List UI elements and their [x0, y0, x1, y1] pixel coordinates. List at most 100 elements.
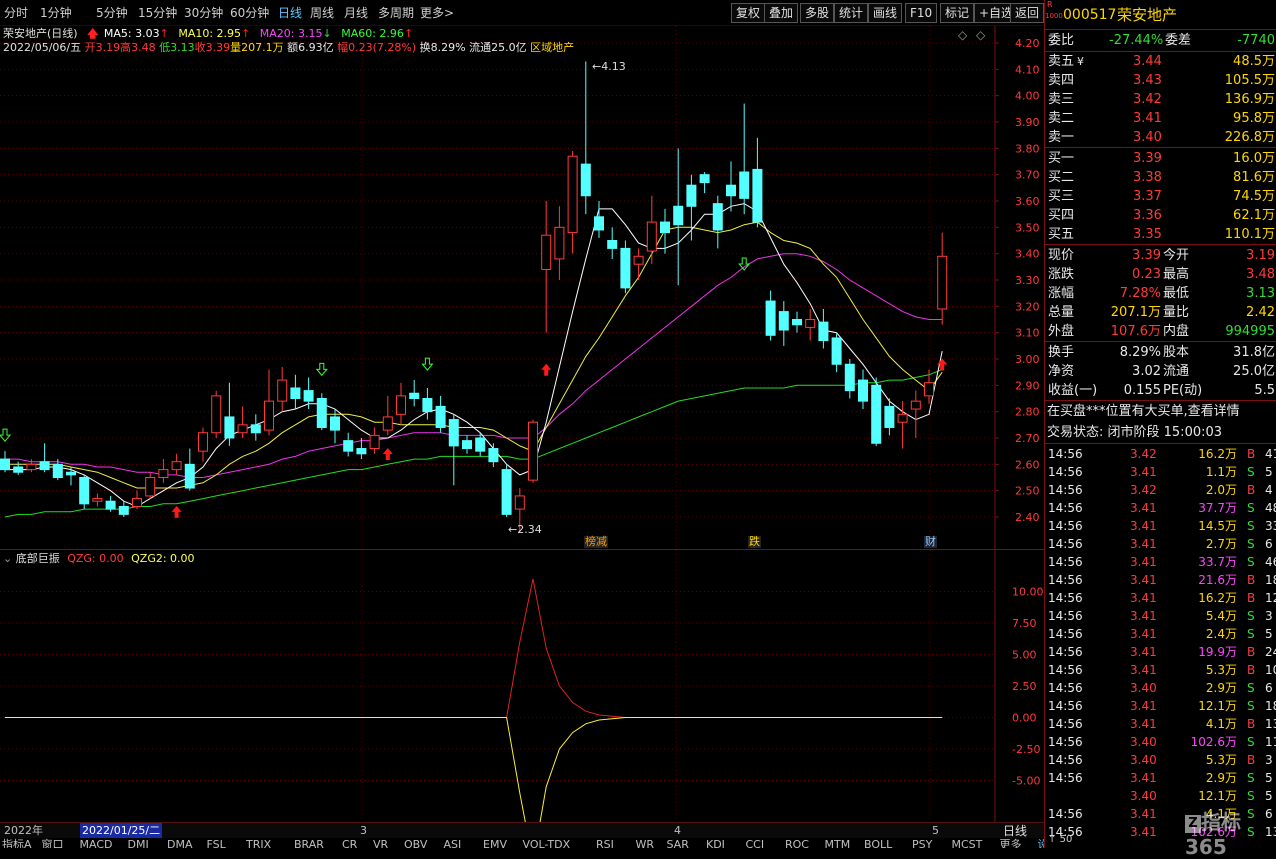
indicator-tab[interactable]: BRAR — [294, 838, 324, 848]
tick-volume: 2.0万 — [1205, 483, 1237, 497]
indicator-tab[interactable]: CCI — [746, 838, 765, 848]
divider — [1045, 341, 1276, 342]
period-5min[interactable]: 5分钟 — [96, 4, 128, 22]
period-15min[interactable]: 15分钟 — [138, 4, 177, 22]
tick-price: 3.40 — [1130, 753, 1157, 767]
stats-button[interactable]: 统计 — [834, 3, 869, 23]
sell-level[interactable]: 卖一 3.40 226.8万 — [1045, 128, 1276, 147]
event-badge-1[interactable]: 榜减 — [584, 536, 608, 548]
candle-up — [237, 424, 248, 434]
period-fenshi[interactable]: 分时 — [4, 4, 28, 22]
sell-level[interactable]: 卖二 3.41 95.8万 — [1045, 109, 1276, 128]
buy-level[interactable]: 买一 3.39 16.0万 — [1045, 149, 1276, 168]
candle-down — [660, 221, 670, 234]
indicator-tab[interactable]: 更多 — [1000, 838, 1022, 848]
sell-level[interactable]: 卖五 ¥3.44 48.5万 — [1045, 52, 1276, 71]
indicator-tab[interactable]: MTM — [825, 838, 851, 848]
period-30min[interactable]: 30分钟 — [184, 4, 223, 22]
indicator-tab[interactable]: PSY — [912, 838, 932, 848]
candle-down — [290, 387, 301, 400]
price-tick-label: 3.50 — [1015, 221, 1040, 234]
period-more[interactable]: 更多> — [420, 4, 454, 22]
info-sector[interactable]: 区域地产 — [530, 41, 574, 54]
period-60min[interactable]: 60分钟 — [230, 4, 269, 22]
buy-level-label: 买二 — [1048, 170, 1075, 185]
indicator-tab[interactable]: ASI — [444, 838, 462, 848]
draw-line-button[interactable]: 画线 — [868, 3, 903, 23]
buy-level[interactable]: 买四 3.36 62.1万 — [1045, 206, 1276, 225]
candle-down — [39, 461, 50, 471]
diamond-icon[interactable]: ◇ — [958, 28, 967, 42]
indicator-tab[interactable]: CR — [342, 838, 357, 848]
indicator-tab[interactable]: 指标A — [2, 838, 32, 848]
price-tick-label: 2.60 — [1015, 458, 1040, 471]
indicator-tab[interactable]: FSL — [207, 838, 226, 848]
indicator-chart[interactable]: 10.00 7.50 5.00 2.50 0.00 -2.50 -5.00 — [0, 550, 1044, 822]
date-axis: 2022年 2022/01/25/二 3 4 5 日线 — [0, 822, 1044, 839]
tick-count: 33 — [1265, 519, 1276, 533]
tick-row: 14:56 3.41 12.1万 S 18 — [1045, 697, 1276, 715]
stat-value: 7.28% — [1119, 286, 1161, 301]
sell-level-price: 3.44 — [1133, 54, 1162, 69]
period-monthly[interactable]: 月线 — [344, 4, 368, 22]
buy-level-volume: 110.1万 — [1224, 227, 1275, 242]
indicator-tab[interactable]: TRIX — [246, 838, 271, 848]
ma20-line — [5, 253, 943, 478]
sell-level[interactable]: 卖四 3.43 105.5万 — [1045, 71, 1276, 90]
tick-price: 3.41 — [1130, 609, 1157, 623]
indicator-tab[interactable]: MACD — [80, 838, 113, 848]
indicator-tab[interactable]: RSI — [596, 838, 614, 848]
period-1min[interactable]: 1分钟 — [40, 4, 72, 22]
mark-button[interactable]: 标记 — [940, 3, 975, 23]
buy-level[interactable]: 买三 3.37 74.5万 — [1045, 187, 1276, 206]
back-button[interactable]: 返回 — [1010, 3, 1045, 23]
indicator-tab[interactable]: BOLL — [864, 838, 892, 848]
candle-down — [778, 311, 789, 331]
indicator-tab[interactable]: 窗口 — [42, 838, 64, 848]
sell-level[interactable]: 卖三 3.42 136.9万 — [1045, 90, 1276, 109]
indicator-tab[interactable]: DMI — [128, 838, 149, 848]
indicator-legend: ⌄ 底部巨振 QZG: 0.00 QZG2: 0.00 — [3, 552, 195, 566]
period-daily[interactable]: 日线 — [278, 4, 302, 22]
big-order-notice[interactable]: 在买盘***位置有大买单,查看详情 — [1045, 402, 1276, 421]
buy-level[interactable]: 买五 3.35 110.1万 — [1045, 225, 1276, 244]
indicator-tab[interactable]: OBV — [404, 838, 427, 848]
stat-value: 0.23 — [1132, 267, 1161, 282]
overlay-button[interactable]: 叠加 — [764, 3, 799, 23]
corner-counter: ↑ 50 — [1048, 834, 1072, 845]
period-multi[interactable]: 多周期 — [378, 4, 414, 22]
sell-level-price: 3.43 — [1133, 73, 1162, 88]
indicator-tab[interactable]: DMA — [167, 838, 193, 848]
watermark-logo-icon: Z — [1185, 814, 1201, 833]
indicator-tab[interactable]: SAR — [667, 838, 689, 848]
event-badge-3[interactable]: 财 — [924, 536, 937, 548]
candlestick-chart[interactable]: 4.20 4.10 4.00 3.90 3.80 3.70 3.60 3.50 3.40 3.30… — [0, 26, 1044, 550]
stat-value: 0.155 — [1123, 383, 1161, 398]
indicator-tab[interactable]: MCST — [952, 838, 983, 848]
indicator-tab[interactable]: WR — [636, 838, 655, 848]
stat-row: 涨跌 0.23 最高 3.48 — [1045, 265, 1276, 284]
tick-price: 3.41 — [1130, 645, 1157, 659]
tick-count: 18 — [1265, 699, 1276, 713]
indicator-tab[interactable]: KDJ — [706, 838, 725, 848]
indicator-tab[interactable]: VOL-TDX — [523, 838, 571, 848]
multi-stock-button[interactable]: 多股 — [800, 3, 835, 23]
event-badge-2[interactable]: 跌 — [748, 536, 761, 548]
tick-row: 14:56 3.41 16.2万 B 12 — [1045, 589, 1276, 607]
up-arrow-icon: ↑ — [241, 27, 251, 40]
candle-up — [805, 319, 816, 328]
tick-time: 14:56 — [1048, 555, 1083, 569]
tick-row: 14:56 3.41 19.9万 B 24 — [1045, 643, 1276, 661]
buy-level[interactable]: 买二 3.38 81.6万 — [1045, 168, 1276, 187]
period-switch-button[interactable]: 日线 — [1003, 823, 1027, 839]
fuquan-button[interactable]: 复权 — [731, 3, 766, 23]
indicator-tab[interactable]: EMV — [483, 838, 507, 848]
collapse-icon[interactable]: ◇ — [976, 28, 985, 42]
chevron-down-icon[interactable]: ⌄ — [3, 552, 12, 565]
indicator-tab[interactable]: ROC — [785, 838, 809, 848]
period-weekly[interactable]: 周线 — [310, 4, 334, 22]
candle-down — [316, 398, 327, 428]
f10-button[interactable]: F10 — [905, 3, 938, 23]
indicator-tab[interactable]: VR — [373, 838, 388, 848]
candle-down — [686, 184, 697, 207]
